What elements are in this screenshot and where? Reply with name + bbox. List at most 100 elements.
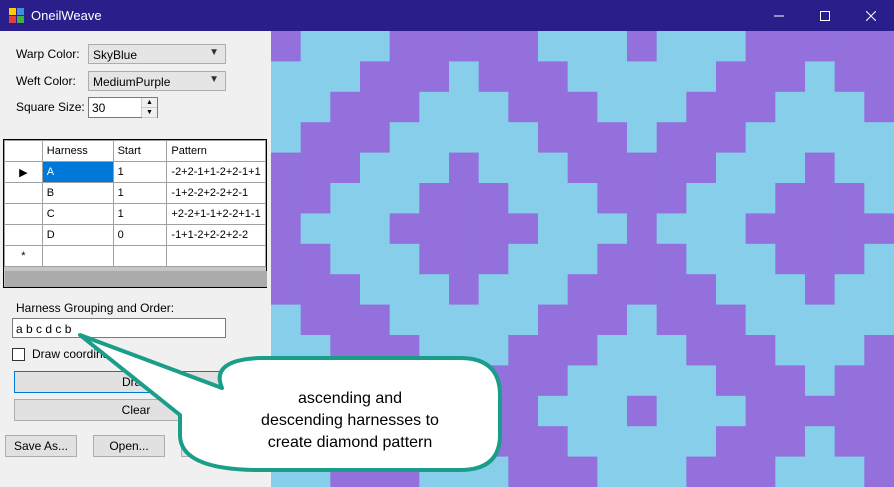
new-row[interactable]: * [4,245,266,267]
weave-square [656,122,687,154]
cell-pattern[interactable]: -1+1-2+2-2+2-2 [166,224,266,246]
weave-square [478,243,509,275]
weave-square [508,183,539,214]
cell-harness[interactable] [41,245,114,267]
column-header-pattern[interactable]: Pattern [166,140,266,162]
cell-start[interactable]: 1 [112,161,168,183]
weave-square [508,213,539,245]
draw-coordinates-checkbox[interactable] [12,348,25,361]
weave-square [271,274,302,306]
weave-square [775,304,806,336]
close-button[interactable] [848,0,894,31]
weave-square [389,31,420,62]
cell-harness[interactable]: C [41,203,114,225]
weave-square [300,243,331,275]
warp-color-select[interactable]: SkyBlue ▼ [88,44,226,64]
callout-line-1: ascending and [297,390,403,407]
weave-square [686,456,717,487]
table-row[interactable]: D 0 -1+1-2+2-2+2-2 [4,224,266,246]
weave-square [745,365,776,397]
weave-square [834,426,865,458]
weave-square [775,122,806,154]
cell-pattern[interactable]: -1+2-2+2-2+2-1 [166,182,266,204]
cell-harness[interactable]: D [41,224,114,246]
weave-square [864,365,894,397]
weave-square [745,91,776,123]
row-header[interactable] [4,203,43,225]
weave-square [627,31,658,62]
weave-square [686,91,717,123]
weave-square [360,61,391,93]
cell-pattern[interactable] [166,245,266,267]
warp-color-label: Warp Color: [16,47,80,61]
minimize-button[interactable] [756,0,802,31]
weave-square [300,213,331,245]
spin-down-icon[interactable]: ▼ [142,108,157,118]
cell-start[interactable]: 0 [112,224,168,246]
cell-harness[interactable]: B [41,182,114,204]
cell-pattern[interactable]: +2-2+1-1+2-2+1-1 [166,203,266,225]
column-header-harness[interactable]: Harness [41,140,114,162]
weave-square [389,243,420,275]
weave-square [805,335,836,366]
square-size-stepper[interactable]: 30 ▲ ▼ [88,97,158,118]
weave-square [360,91,391,123]
weave-square [745,304,776,336]
weave-square [686,395,717,427]
table-row[interactable]: B 1 -1+2-2+2-2+2-1 [4,182,266,204]
weave-square [716,31,747,62]
weave-square [330,31,361,62]
weave-square [597,456,628,487]
table-row[interactable]: C 1 +2-2+1-1+2-2+1-1 [4,203,266,225]
weave-square [538,365,569,397]
weave-square [834,152,865,184]
weave-square [745,395,776,427]
spin-up-icon[interactable]: ▲ [142,98,157,108]
weave-square [300,61,331,93]
weave-square [419,31,450,62]
row-header[interactable] [4,224,43,246]
weave-square [360,183,391,214]
maximize-button[interactable] [802,0,848,31]
weave-square [864,31,894,62]
weave-square [389,152,420,184]
row-header[interactable] [4,182,43,204]
weave-square [508,61,539,93]
weave-square [834,213,865,245]
weave-square [656,274,687,306]
cell-pattern[interactable]: -2+2-1+1-2+2-1+1 [166,161,266,183]
cell-start[interactable]: 1 [112,203,168,225]
weave-square [686,243,717,275]
cell-start[interactable]: 1 [112,182,168,204]
weave-square [627,426,658,458]
weave-square [271,91,302,123]
weave-square [834,456,865,487]
weave-square [745,274,776,306]
weave-square [716,183,747,214]
callout-line-2: descending harnesses to [261,412,439,429]
harness-grid[interactable]: Harness Start Pattern ▶ A 1 -2+2-1+1-2+2… [3,139,267,288]
current-row-icon[interactable]: ▶ [4,161,43,183]
weave-square [538,31,569,62]
weave-square [449,31,480,62]
weave-square [508,91,539,123]
weave-square [864,426,894,458]
cell-start[interactable] [112,245,168,267]
weft-color-select[interactable]: MediumPurple ▼ [88,71,226,91]
weave-square [656,91,687,123]
table-row[interactable]: ▶ A 1 -2+2-1+1-2+2-1+1 [4,161,266,183]
weave-square [686,304,717,336]
cell-harness[interactable]: A [41,161,114,183]
weave-square [567,61,598,93]
weave-square [716,243,747,275]
weave-square [419,213,450,245]
weave-square [597,31,628,62]
weave-square [627,122,658,154]
weave-square [775,213,806,245]
weave-square [656,183,687,214]
weave-square [686,122,717,154]
weave-square [775,91,806,123]
column-header-start[interactable]: Start [112,140,168,162]
weave-square [567,335,598,366]
weave-square [775,365,806,397]
